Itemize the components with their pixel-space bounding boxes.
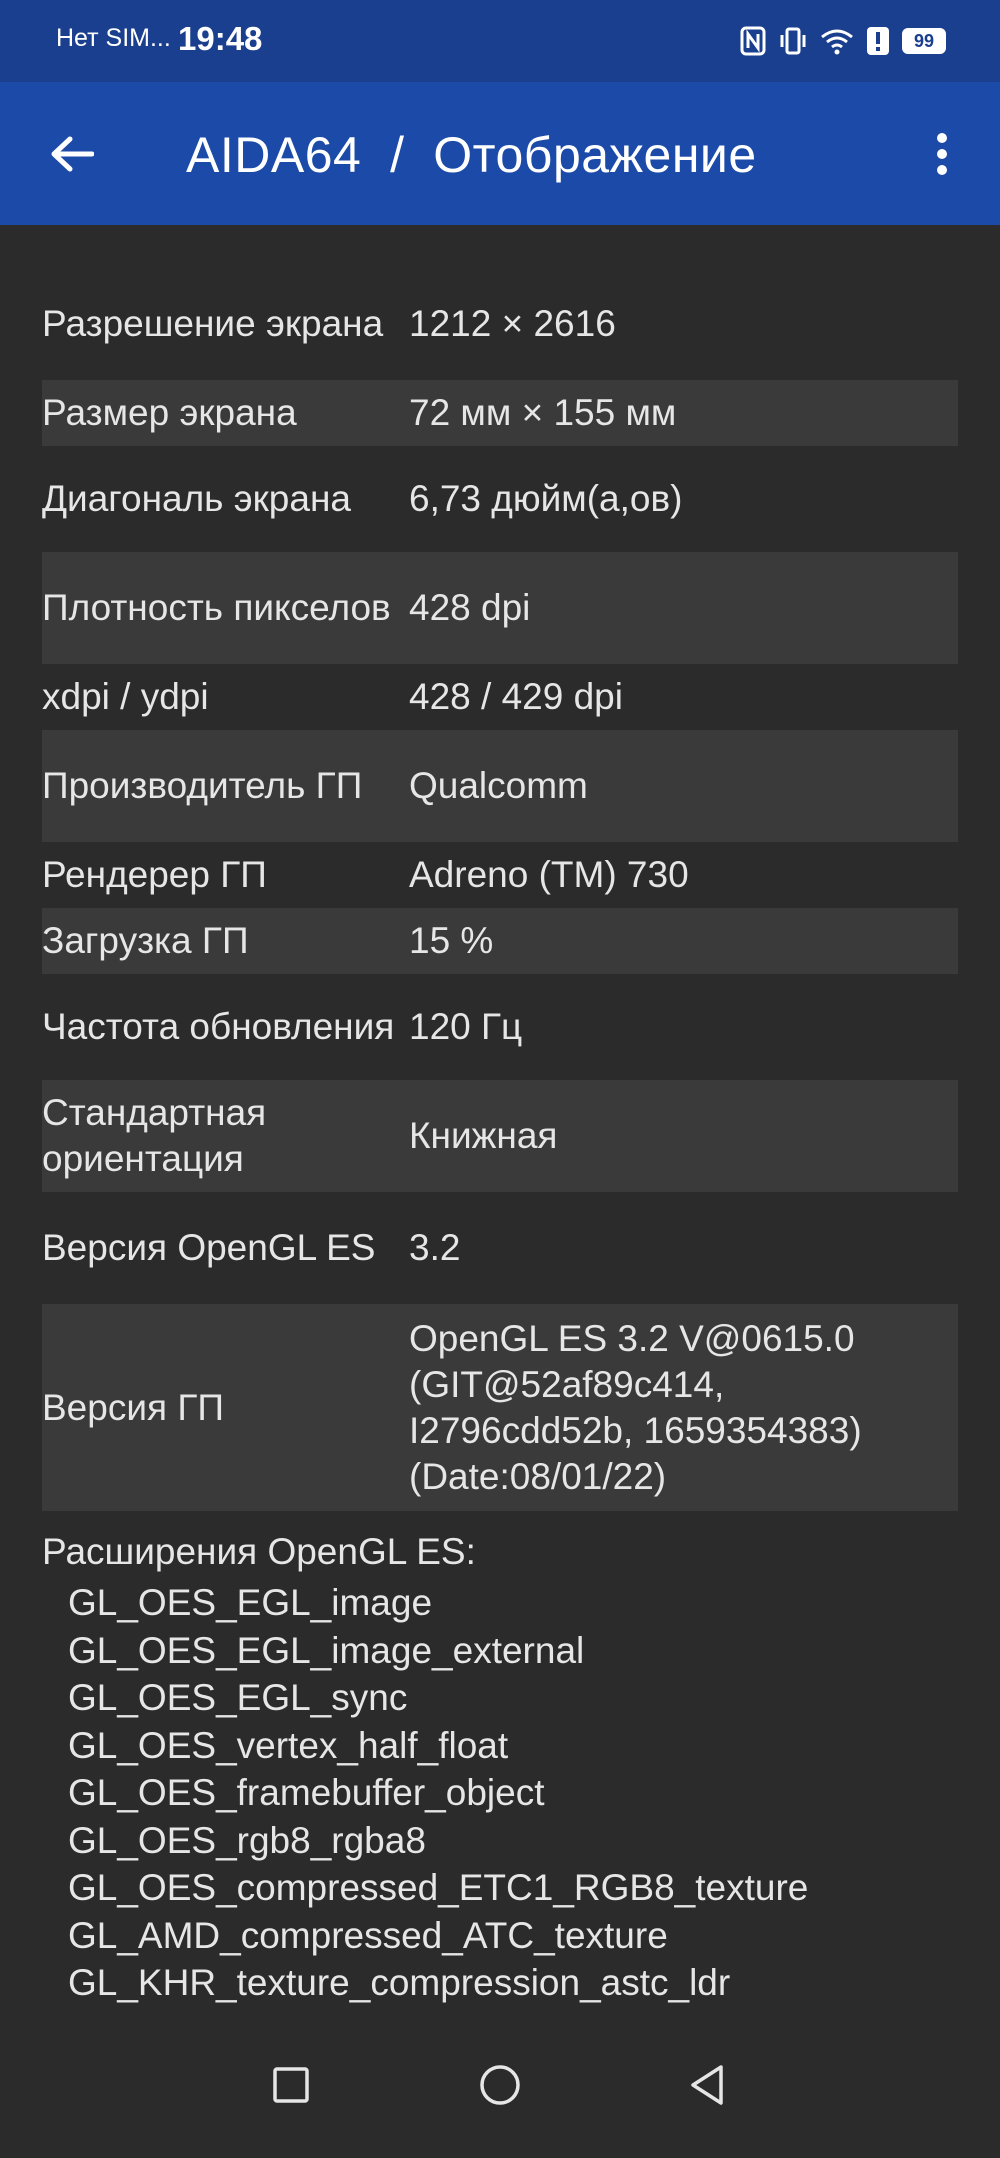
home-button[interactable] xyxy=(465,2050,535,2120)
home-circle-icon xyxy=(480,2065,520,2105)
row-value: 6,73 дюйм(а,ов) xyxy=(409,478,683,519)
row-value: 72 мм × 155 мм xyxy=(409,392,677,433)
list-item: GL_OES_vertex_half_float xyxy=(68,1724,509,1766)
list-item: Разрешение экрана 1212 × 2616 xyxy=(42,268,958,380)
overflow-menu-button[interactable] xyxy=(906,118,978,190)
info-list: Разрешение экрана 1212 × 2616 Размер экр… xyxy=(42,268,958,2007)
row-value: 3.2 xyxy=(409,1227,461,1268)
row-value: 120 Гц xyxy=(409,1006,523,1047)
status-icons: 99 xyxy=(740,22,946,60)
battery-level: 99 xyxy=(902,28,946,54)
list-item: GL_OES_compressed_ETC1_RGB8_texture xyxy=(68,1867,809,1908)
row-label: Версия OpenGL ES xyxy=(42,1227,376,1268)
row-value: 15 % xyxy=(409,920,494,961)
list-item: Версия OpenGL ES 3.2 xyxy=(42,1192,958,1304)
list-item: Загрузка ГП 15 % xyxy=(42,908,958,974)
row-label: Загрузка ГП xyxy=(42,920,249,961)
row-label: Частота обновления xyxy=(42,1006,395,1047)
row-label: Рендерер ГП xyxy=(42,854,267,895)
vibrate-icon xyxy=(778,23,808,59)
list-item: Стандартная ориентация Книжная xyxy=(42,1080,958,1192)
extensions-title: Расширения OpenGL ES: xyxy=(42,1531,476,1572)
nfc-icon xyxy=(740,23,766,59)
clock: 19:48 xyxy=(178,20,263,57)
navigation-bar xyxy=(0,2010,1000,2158)
row-label: Версия ГП xyxy=(42,1386,224,1428)
row-label: Производитель ГП xyxy=(42,765,363,806)
list-item: Версия ГП OpenGL ES 3.2 V@0615.0 (GIT@52… xyxy=(42,1304,958,1511)
row-value: Qualcomm xyxy=(409,765,588,806)
row-label: Диагональ экрана xyxy=(42,478,351,519)
more-vertical-icon xyxy=(937,133,947,175)
list-item: GL_OES_EGL_sync xyxy=(68,1677,408,1718)
wifi-icon xyxy=(820,23,854,59)
page-title: AIDA64 / Отображение xyxy=(186,127,757,183)
scroll-area[interactable]: Разрешение экрана 1212 × 2616 Размер экр… xyxy=(0,225,1000,2010)
list-item: Производитель ГП Qualcomm xyxy=(42,730,958,842)
row-label: Стандартная ориентация xyxy=(42,1092,267,1179)
row-label: Плотность пикселов xyxy=(42,587,391,628)
recents-square-icon xyxy=(273,2067,309,2103)
row-value: Adreno (TM) 730 xyxy=(409,854,689,895)
list-item: GL_OES_EGL_image xyxy=(68,1582,433,1623)
alert-icon xyxy=(866,23,890,59)
row-value: OpenGL ES 3.2 V@0615.0 (GIT@52af89c414, … xyxy=(409,1317,862,1497)
list-item: Рендерер ГП Adreno (TM) 730 xyxy=(42,842,958,908)
row-label: Размер экрана xyxy=(42,392,297,433)
list-item: GL_OES_framebuffer_object xyxy=(68,1772,545,1813)
recents-button[interactable] xyxy=(256,2050,326,2120)
list-item: Диагональ экрана 6,73 дюйм(а,ов) xyxy=(42,446,958,552)
row-label: Разрешение экрана xyxy=(42,303,384,344)
row-label: xdpi / ydpi xyxy=(42,676,209,717)
status-bar: Нет SIM... 19:48 99 xyxy=(0,0,1000,82)
battery-icon: 99 xyxy=(902,23,946,59)
back-triangle-icon xyxy=(691,2065,723,2105)
back-button[interactable] xyxy=(36,118,108,190)
extensions-list: GL_OES_EGL_image GL_OES_EGL_image_extern… xyxy=(42,1579,958,2007)
list-item: Размер экрана 72 мм × 155 мм xyxy=(42,380,958,446)
list-item: GL_KHR_texture_compression_astc_ldr xyxy=(68,1962,731,2003)
row-value: Книжная xyxy=(409,1115,558,1156)
list-item: Частота обновления 120 Гц xyxy=(42,974,958,1080)
list-item: Плотность пикселов 428 dpi xyxy=(42,552,958,664)
carrier-text: Нет SIM... xyxy=(56,24,171,52)
list-item: GL_OES_EGL_image_external xyxy=(68,1629,585,1671)
list-item: GL_AMD_compressed_ATC_texture xyxy=(68,1914,668,1956)
system-back-button[interactable] xyxy=(672,2050,742,2120)
arrow-left-icon xyxy=(51,136,94,172)
row-value: 1212 × 2616 xyxy=(409,303,616,344)
row-value: 428 dpi xyxy=(409,587,531,628)
list-item: xdpi / ydpi 428 / 429 dpi xyxy=(42,664,958,730)
list-item: GL_OES_rgb8_rgba8 xyxy=(68,1819,426,1861)
app-bar: AIDA64 / Отображение xyxy=(0,82,1000,225)
row-value: 428 / 429 dpi xyxy=(409,676,623,717)
